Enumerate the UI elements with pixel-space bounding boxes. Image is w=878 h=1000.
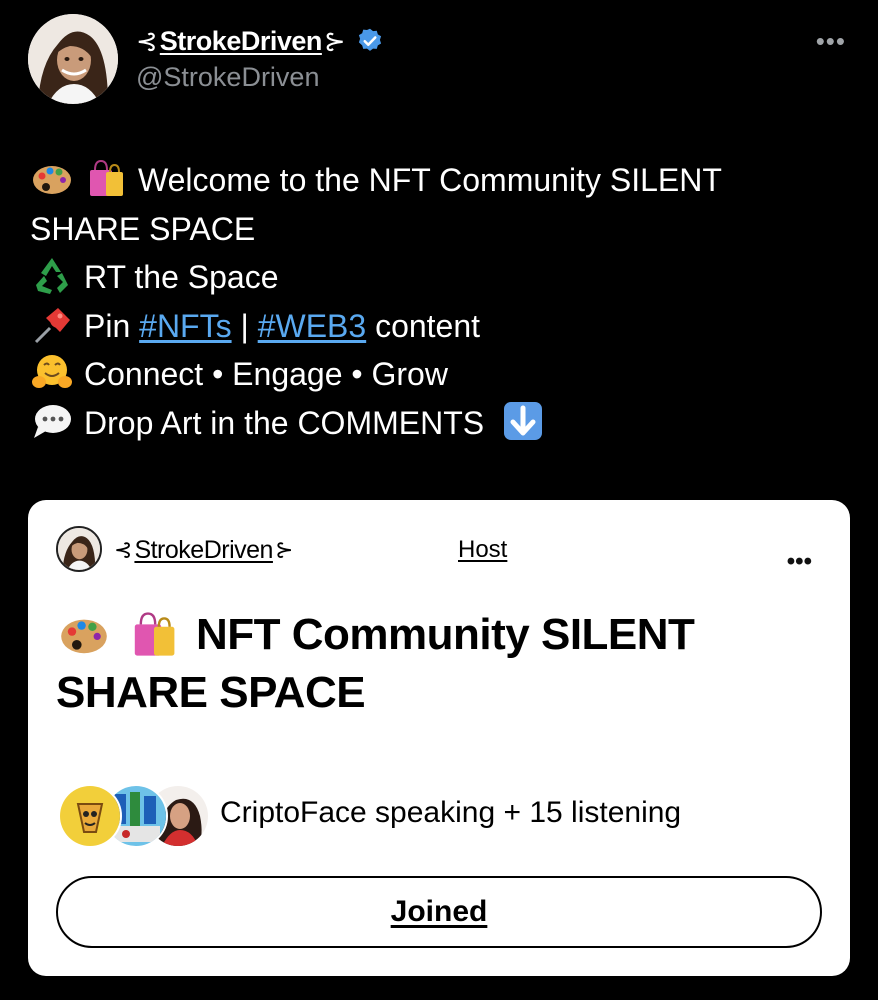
tweet-line-6: Drop Art in the COMMENTS — [30, 399, 850, 448]
tweet-line-4-prefix: Pin — [84, 307, 140, 344]
host-name-row[interactable]: ⊰ StrokeDriven ⊱ — [114, 533, 293, 567]
hashtag-web3-link[interactable]: #WEB3 — [258, 308, 366, 344]
host-avatar[interactable] — [56, 526, 102, 572]
author-display-name[interactable]: StrokeDriven — [158, 26, 324, 57]
hashtag-separator: | — [231, 307, 258, 344]
speech-bubble-emoji-icon — [30, 401, 74, 441]
pushpin-emoji-icon — [30, 304, 74, 344]
swirl-left-icon: ⊰ — [136, 26, 158, 56]
joined-button[interactable]: Joined — [56, 876, 822, 948]
recycle-emoji-icon — [30, 255, 74, 295]
tweet-text: Welcome to the NFT Community SILENT SHAR… — [30, 156, 850, 448]
hugging-face-emoji-icon — [30, 352, 74, 392]
tweet-line-2-text: SHARE SPACE — [30, 210, 256, 247]
swirl-right-icon: ⊱ — [323, 26, 346, 56]
participant-avatar — [58, 784, 122, 848]
palette-emoji-icon — [30, 158, 74, 198]
shopping-bags-emoji-icon — [84, 158, 128, 198]
swirl-right-icon: ⊱ — [274, 537, 294, 562]
swirl-left-icon: ⊰ — [114, 537, 133, 562]
hashtag-nfts-link[interactable]: #NFTs — [139, 308, 231, 344]
author-avatar[interactable] — [28, 14, 118, 104]
host-name[interactable]: StrokeDriven — [132, 536, 275, 565]
tweet-line-4-suffix: content — [366, 307, 481, 344]
host-label: Host — [458, 536, 508, 563]
tweet-line-4: Pin #NFTs | #WEB3 content — [30, 302, 850, 351]
more-options-icon[interactable]: ••• — [816, 28, 846, 54]
tweet-line-6-text: Drop Art in the COMMENTS — [84, 404, 485, 441]
participants-status: CriptoFace speaking + 15 listening — [220, 796, 682, 829]
space-title: NFT Community SILENT SHARE SPACE — [56, 606, 826, 722]
tweet-line-1-text: Welcome to the NFT Community SILENT — [138, 162, 722, 198]
space-card[interactable]: ⊰ StrokeDriven ⊱ Host ••• NFT Community … — [28, 500, 850, 976]
joined-button-label: Joined — [390, 895, 488, 928]
tweet-page: ⊰ StrokeDriven ⊱ @StrokeDriven ••• Welco… — [0, 0, 878, 1000]
tweet-line-1: Welcome to the NFT Community SILENT — [30, 156, 850, 205]
tweet-line-5: Connect • Engage • Grow — [30, 350, 850, 399]
author-name-row[interactable]: ⊰ StrokeDriven ⊱ — [136, 22, 384, 60]
participant-avatars — [58, 784, 218, 850]
palette-emoji-icon — [56, 610, 112, 658]
space-more-options-icon[interactable]: ••• — [787, 550, 812, 574]
tweet-line-3-text: RT the Space — [84, 259, 279, 296]
shopping-bags-emoji-icon — [126, 610, 182, 658]
verified-badge-icon — [358, 28, 381, 51]
tweet-line-3: RT the Space — [30, 253, 850, 302]
down-arrow-emoji-icon — [501, 401, 545, 441]
tweet-line-5-text: Connect • Engage • Grow — [84, 356, 448, 393]
tweet-line-2: SHARE SPACE — [30, 205, 850, 254]
author-handle[interactable]: @StrokeDriven — [136, 62, 319, 93]
